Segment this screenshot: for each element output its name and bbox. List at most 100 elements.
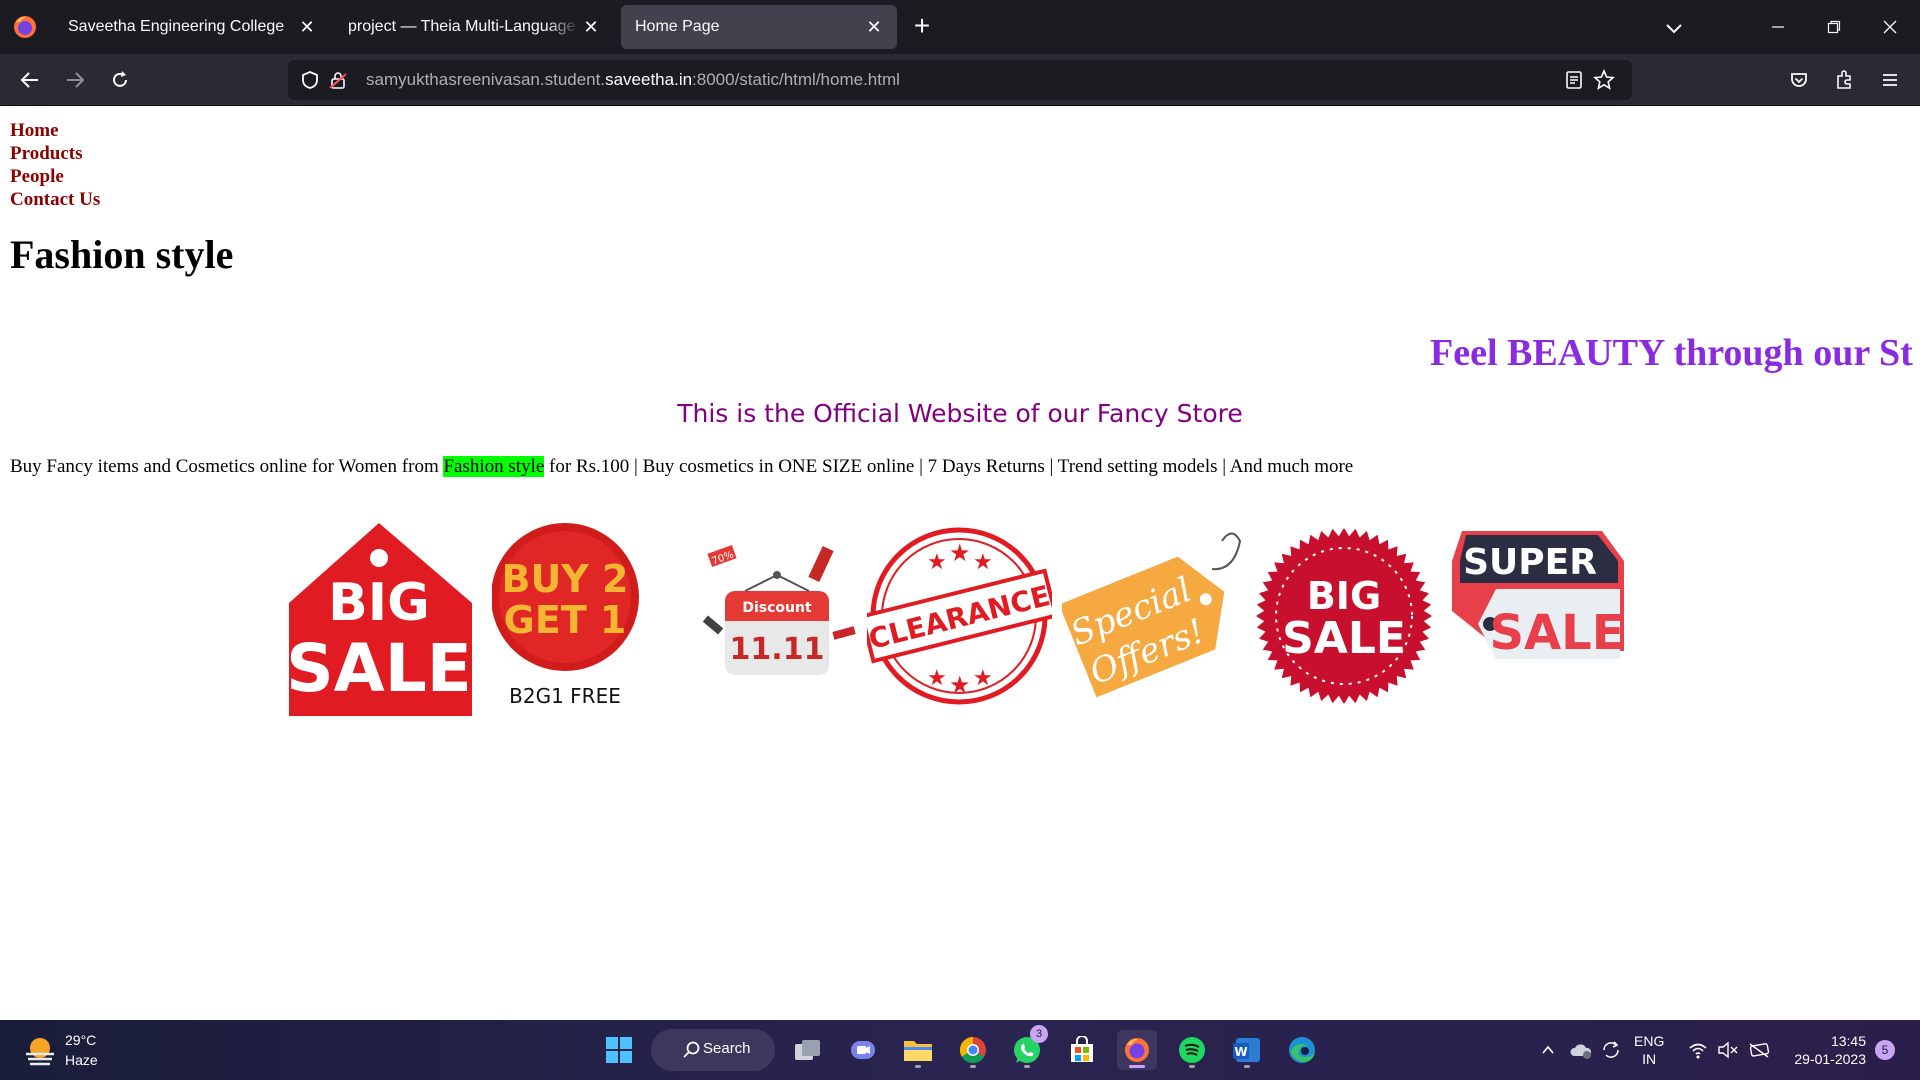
tab-bar: Saveetha Engineering College ✕ project —… xyxy=(0,0,1920,54)
taskbar: 29°C Haze Search 3 W ENG IN 13:45 29-01-… xyxy=(0,1020,1920,1080)
back-icon[interactable] xyxy=(14,64,46,96)
nav-link-contact-us[interactable]: Contact Us xyxy=(10,189,100,210)
firefox-icon[interactable] xyxy=(10,12,40,42)
chevron-down-icon[interactable] xyxy=(1660,14,1688,42)
weather-condition: Haze xyxy=(65,1052,98,1068)
file-explorer-icon[interactable] xyxy=(898,1030,938,1070)
running-indicator xyxy=(970,1065,976,1068)
running-indicator xyxy=(1024,1065,1030,1068)
discount-calendar-image: 70% Discount 11.11 xyxy=(702,544,856,675)
nav-link-home[interactable]: Home xyxy=(10,120,59,141)
wifi-icon[interactable] xyxy=(1682,1030,1714,1070)
close-icon[interactable]: ✕ xyxy=(296,16,318,38)
whatsapp-icon[interactable]: 3 xyxy=(1007,1025,1048,1070)
badge-text: BIG xyxy=(328,573,430,633)
big-sale-tag-image: BIG SALE xyxy=(287,523,472,716)
word-icon[interactable]: W xyxy=(1227,1030,1267,1070)
shield-icon[interactable] xyxy=(298,68,322,92)
battery-icon[interactable] xyxy=(1744,1030,1776,1070)
marquee-text: Feel BEAUTY through our St xyxy=(1430,332,1913,374)
desc-part: for Rs.100 | Buy cosmetics in ONE SIZE o… xyxy=(544,456,1354,477)
badge-text: SALE xyxy=(1282,613,1406,664)
region-code: IN xyxy=(1642,1051,1657,1067)
highlighted-brand: Fashion style xyxy=(443,456,545,477)
badge-text: BUY 2 xyxy=(501,557,628,601)
chevron-up-icon[interactable] xyxy=(1531,1030,1565,1070)
menu-icon[interactable] xyxy=(1874,64,1906,96)
special-offers-tag-image: Special Offers! xyxy=(1062,532,1242,698)
task-view-icon[interactable] xyxy=(788,1030,828,1070)
star-icon: ★ xyxy=(949,540,971,567)
close-icon[interactable]: ✕ xyxy=(863,16,885,38)
tab-label: Home Page xyxy=(635,18,720,35)
star-icon: ★ xyxy=(949,672,971,699)
microsoft-store-icon[interactable] xyxy=(1062,1030,1102,1070)
onedrive-icon[interactable] xyxy=(1564,1030,1598,1070)
running-indicator xyxy=(1244,1065,1250,1068)
teams-chat-icon[interactable] xyxy=(843,1030,883,1070)
star-icon: ★ xyxy=(927,549,947,574)
forward-icon[interactable] xyxy=(59,64,91,96)
tab-saveetha[interactable]: Saveetha Engineering College ✕ xyxy=(54,5,330,49)
running-indicator xyxy=(915,1065,921,1068)
edge-icon[interactable] xyxy=(1282,1030,1322,1070)
tab-project[interactable]: project — Theia Multi-Language Ex ✕ xyxy=(334,5,614,49)
spotify-icon[interactable] xyxy=(1172,1030,1212,1070)
page-title: Fashion style xyxy=(10,232,234,277)
site-nav: Home Products People Contact Us xyxy=(10,119,100,211)
clock-time: 13:45 xyxy=(1830,1033,1866,1049)
insecure-lock-icon[interactable] xyxy=(326,68,350,92)
language-code: ENG xyxy=(1634,1033,1665,1049)
clock[interactable]: 13:45 29-01-2023 xyxy=(1784,1032,1866,1068)
navigation-toolbar: samyukthasreenivasan.student.saveetha.in… xyxy=(0,54,1920,106)
tab-home-page[interactable]: Home Page ✕ xyxy=(621,5,897,49)
badge-text: Discount xyxy=(742,600,812,616)
url-path: :8000/static/html/home.html xyxy=(692,70,900,89)
reader-view-icon[interactable] xyxy=(1562,68,1586,92)
star-icon: ★ xyxy=(973,549,993,574)
badge-text: 11.11 xyxy=(730,632,825,667)
notification-badge: 3 xyxy=(1030,1025,1048,1043)
url-text[interactable]: samyukthasreenivasan.student.saveetha.in… xyxy=(366,70,900,90)
weather-temp: 29°C xyxy=(65,1032,97,1048)
star-icon: ★ xyxy=(973,665,993,690)
firefox-taskbar-icon[interactable] xyxy=(1117,1030,1157,1070)
badge-text: SALE xyxy=(1489,605,1624,661)
new-tab-icon[interactable]: + xyxy=(908,12,936,41)
restore-icon[interactable] xyxy=(1814,10,1854,44)
badge-text: B2G1 FREE xyxy=(509,684,621,708)
input-language[interactable]: ENG IN xyxy=(1634,1032,1664,1068)
desc-part: Buy Fancy items and Cosmetics online for… xyxy=(10,456,444,477)
close-icon[interactable]: ✕ xyxy=(580,16,602,38)
bookmark-star-icon[interactable] xyxy=(1592,68,1616,92)
start-icon[interactable] xyxy=(599,1030,639,1070)
taskbar-search[interactable]: Search xyxy=(651,1029,775,1071)
volume-muted-icon[interactable] xyxy=(1712,1030,1744,1070)
haze-icon xyxy=(26,1038,54,1066)
notification-count-badge[interactable]: 5 xyxy=(1875,1040,1895,1060)
pocket-icon[interactable] xyxy=(1783,64,1815,96)
official-tagline: This is the Official Website of our Fanc… xyxy=(677,399,1243,428)
extensions-icon[interactable] xyxy=(1829,64,1861,96)
search-label: Search xyxy=(703,1040,751,1057)
chrome-icon[interactable] xyxy=(953,1030,993,1070)
nav-link-products[interactable]: Products xyxy=(10,143,82,164)
active-indicator xyxy=(1129,1065,1145,1068)
svg-text:W: W xyxy=(1234,1045,1247,1059)
url-host: saveetha.in xyxy=(605,70,693,89)
url-bar[interactable]: samyukthasreenivasan.student.saveetha.in… xyxy=(288,60,1632,100)
buy2-get1-image: BUY 2 GET 1 B2G1 FREE xyxy=(492,523,639,708)
badge-text: SALE xyxy=(287,630,472,707)
reload-icon[interactable] xyxy=(104,64,136,96)
web-page: Home Products People Contact Us Fashion … xyxy=(0,107,1920,1019)
clock-date: 29-01-2023 xyxy=(1794,1051,1866,1067)
minimize-icon[interactable] xyxy=(1758,10,1798,44)
running-indicator xyxy=(1189,1065,1195,1068)
nav-link-people[interactable]: People xyxy=(10,166,64,187)
close-window-icon[interactable] xyxy=(1870,10,1910,44)
search-icon xyxy=(683,1041,700,1058)
sync-icon[interactable] xyxy=(1594,1030,1628,1070)
clearance-stamp-image: ★ ★ ★ ★ ★ ★ CLEARANCE xyxy=(867,527,1052,705)
badge-text: BIG xyxy=(1307,574,1381,618)
badge-text: SUPER xyxy=(1463,542,1597,583)
